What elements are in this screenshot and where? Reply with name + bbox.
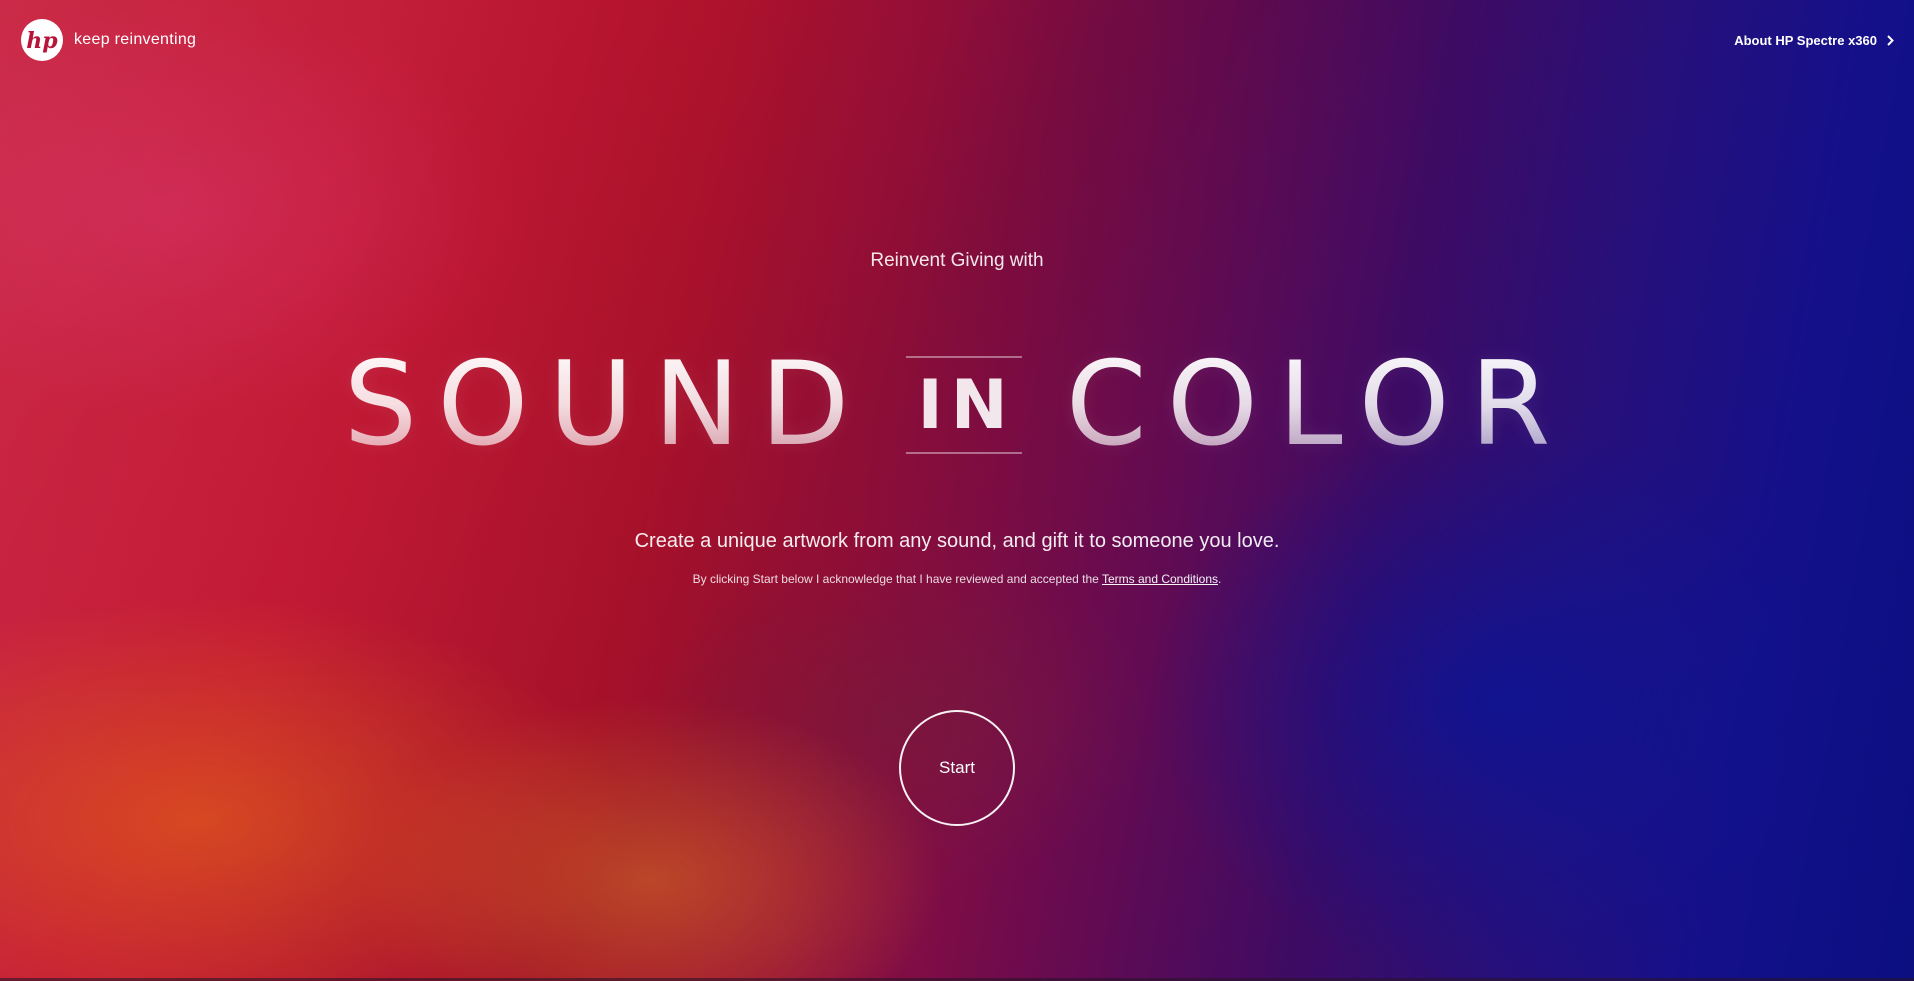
about-product-link[interactable]: About HP Spectre x360 bbox=[1734, 33, 1894, 48]
start-button[interactable]: Start bbox=[899, 710, 1015, 826]
disclaimer-text: By clicking Start below I acknowledge th… bbox=[692, 572, 1102, 586]
svg-text:hp: hp bbox=[26, 28, 58, 54]
chevron-right-icon bbox=[1887, 35, 1894, 46]
home-logo-link[interactable]: hp keep reinventing bbox=[21, 19, 196, 61]
about-link-label: About HP Spectre x360 bbox=[1734, 33, 1877, 48]
terms-disclaimer: By clicking Start below I acknowledge th… bbox=[0, 572, 1914, 586]
disclaimer-period: . bbox=[1218, 572, 1222, 586]
landing-page: hp keep reinventing About HP Spectre x36… bbox=[0, 0, 1914, 981]
hero-title-in: IN bbox=[905, 356, 1022, 454]
terms-link[interactable]: Terms and Conditions bbox=[1102, 572, 1218, 586]
hp-logo-icon: hp bbox=[21, 19, 63, 61]
hero-title-sound: SOUND bbox=[343, 337, 870, 472]
hero-subtitle: Reinvent Giving with bbox=[870, 250, 1044, 271]
hero-title: SOUND IN COLOR bbox=[0, 340, 1914, 470]
hero-description: Create a unique artwork from any sound, … bbox=[634, 530, 1280, 552]
hero-title-color: COLOR bbox=[1065, 337, 1571, 472]
tagline: keep reinventing bbox=[74, 31, 197, 48]
